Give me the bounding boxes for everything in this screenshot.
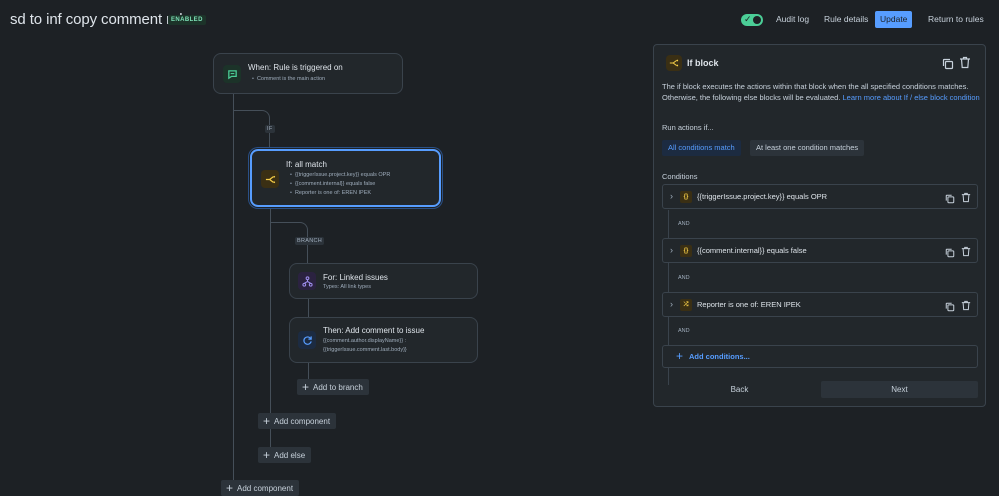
if-tag: IF <box>265 125 275 133</box>
trigger-title: When: Rule is triggered on <box>248 63 343 72</box>
trash-icon[interactable] <box>959 56 971 74</box>
audit-log-button[interactable]: Audit log <box>771 11 814 28</box>
panel-description: The if block executes the actions within… <box>662 82 980 102</box>
if-condition-3: Reporter is one of: EREN IPEK <box>290 189 371 199</box>
and-label: AND <box>678 275 690 281</box>
plus-icon: + <box>302 380 310 394</box>
chevron-right-icon[interactable]: › <box>670 299 673 309</box>
if-title: If: all match <box>286 160 327 169</box>
refresh-icon <box>298 331 316 349</box>
learn-more-link[interactable]: Learn more about If / else block conditi… <box>843 93 980 102</box>
duplicate-icon[interactable] <box>945 299 955 317</box>
plus-icon: + <box>226 481 234 495</box>
chevron-right-icon[interactable]: › <box>670 191 673 201</box>
update-button[interactable]: Update <box>875 11 913 28</box>
panel-title: If block <box>687 58 719 68</box>
any-condition-option[interactable]: At least one condition matches <box>750 140 865 156</box>
trigger-subtitle: Comment is the main action <box>252 75 325 85</box>
all-conditions-option[interactable]: All conditions match <box>662 140 741 156</box>
run-actions-label: Run actions if... <box>662 123 714 132</box>
trigger-node[interactable]: When: Rule is triggered on Comment is th… <box>213 53 403 94</box>
branch-subtitle: Types: All link types <box>323 284 371 290</box>
code-icon: {} <box>680 191 692 203</box>
chevron-right-icon[interactable]: › <box>670 245 673 255</box>
add-conditions-button[interactable]: + Add conditions... <box>662 345 978 368</box>
next-button[interactable]: Next <box>821 381 978 398</box>
plus-icon: + <box>263 414 271 428</box>
branch-title: For: Linked issues <box>323 273 388 282</box>
code-icon: {} <box>680 245 692 257</box>
back-button[interactable]: Back <box>662 381 817 398</box>
hierarchy-icon <box>298 272 316 290</box>
action-title: Then: Add comment to issue <box>323 326 425 335</box>
add-else-button[interactable]: + Add else <box>258 447 312 463</box>
branch-tag: BRANCH <box>295 237 325 245</box>
action-subtitle-2: {{triggerIssue.comment.last.body}} <box>323 347 407 353</box>
status-badge: ENABLED <box>168 15 206 25</box>
plus-icon: + <box>263 448 271 462</box>
shuffle-icon: ⤮ <box>680 299 692 311</box>
condition-row[interactable]: › {} {{triggerIssue.project.key}} equals… <box>662 184 978 209</box>
condition-row[interactable]: › {} {{comment.internal}} equals false <box>662 238 978 263</box>
and-label: AND <box>678 221 690 227</box>
add-component-outer-button[interactable]: + Add component <box>221 480 300 496</box>
comment-icon <box>223 65 241 83</box>
if-block-node[interactable]: If: all match {{triggerIssue.project.key… <box>250 149 441 207</box>
branch-node[interactable]: For: Linked issues Types: All link types <box>289 263 478 299</box>
enable-toggle[interactable]: ✓ <box>741 14 763 26</box>
branch-split-icon <box>261 170 279 188</box>
trash-icon[interactable] <box>961 190 971 208</box>
duplicate-icon[interactable] <box>945 191 955 209</box>
and-label: AND <box>678 328 690 334</box>
duplicate-icon[interactable] <box>945 245 955 263</box>
duplicate-icon[interactable] <box>942 57 954 75</box>
check-icon: ✓ <box>744 14 752 24</box>
plus-icon: + <box>676 349 684 363</box>
conditions-label: Conditions <box>662 172 698 181</box>
page-title: sd to inf copy comment rule <box>10 11 191 28</box>
if-block-panel: If block The if block executes the actio… <box>653 44 986 407</box>
rule-details-button[interactable]: Rule details <box>819 11 873 28</box>
branch-split-icon <box>666 55 682 71</box>
condition-row[interactable]: › ⤮ Reporter is one of: EREN IPEK <box>662 292 978 317</box>
add-component-inner-button[interactable]: + Add component <box>258 413 337 429</box>
add-to-branch-button[interactable]: + Add to branch <box>297 379 369 395</box>
trash-icon[interactable] <box>961 244 971 262</box>
trash-icon[interactable] <box>961 298 971 316</box>
action-node[interactable]: Then: Add comment to issue {{comment.aut… <box>289 317 478 363</box>
return-to-rules-button[interactable]: Return to rules <box>923 11 989 28</box>
